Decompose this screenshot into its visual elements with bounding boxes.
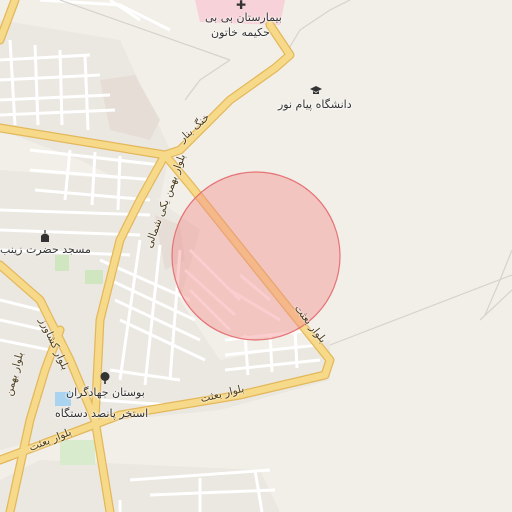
highlight-circle (171, 171, 341, 341)
pool-label[interactable]: استخر پانصد دستگاه (55, 407, 148, 420)
hospital-label-line2[interactable]: حکیمه خاتون (211, 26, 270, 39)
map-canvas[interactable] (0, 0, 512, 512)
mosque-label[interactable]: مسجد حضرت زینب (0, 243, 91, 256)
hospital-cross-icon: ✚ (236, 0, 247, 12)
map-view[interactable]: ✚ بیمارستان بی بی حکیمه خاتون دانشگاه پی… (0, 0, 512, 512)
green-patch (85, 270, 103, 284)
green-patch (60, 440, 95, 465)
park-label[interactable]: بوستان جهادگران (66, 386, 145, 399)
hospital-label-line1[interactable]: بیمارستان بی بی (205, 11, 282, 24)
green-patch (55, 255, 69, 271)
university-label[interactable]: دانشگاه پیام نور (278, 98, 352, 111)
